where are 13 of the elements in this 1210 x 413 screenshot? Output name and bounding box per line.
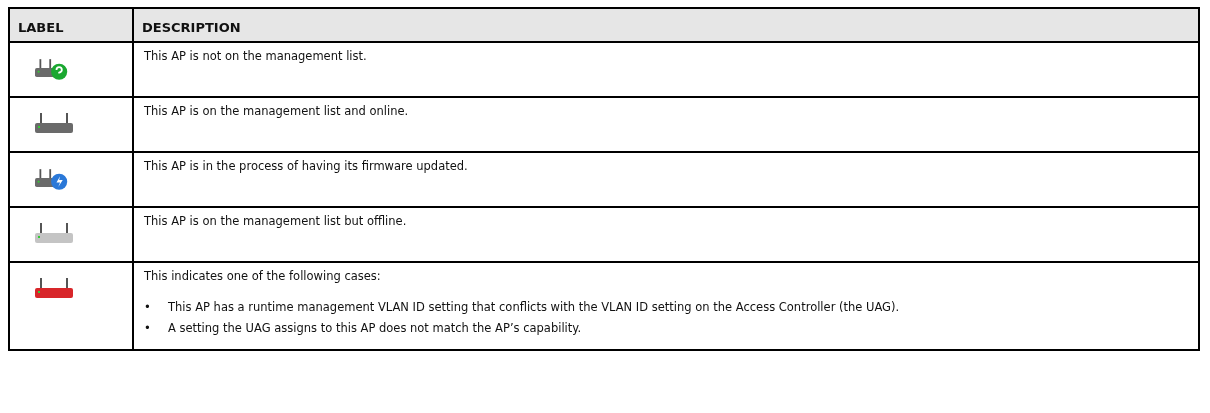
bullet-marker: •: [144, 322, 152, 335]
description-text: This AP is on the management list and online.: [144, 104, 410, 118]
router-badge-icon: [35, 56, 69, 82]
bullet-text: A setting the UAG assigns to this AP does not match the AP’s capability.: [168, 322, 582, 335]
description-text: This AP is in the process of having its firmware updated.: [144, 159, 469, 173]
description-text: This AP is on the management list but offline.: [144, 214, 408, 228]
bullet-text: This AP has a runtime management VLAN ID setting that conflicts with the VLAN ID setting on the Access Controller (the UAG).: [168, 301, 900, 314]
column-header: LABEL: [9, 8, 133, 42]
bullet-marker: •: [144, 301, 152, 314]
description-text: This indicates one of the following cases:: [144, 269, 382, 283]
router-badge-icon: [35, 166, 69, 192]
description-text: This AP is not on the management list.: [144, 49, 368, 63]
column-header: DESCRIPTION: [133, 8, 1199, 42]
